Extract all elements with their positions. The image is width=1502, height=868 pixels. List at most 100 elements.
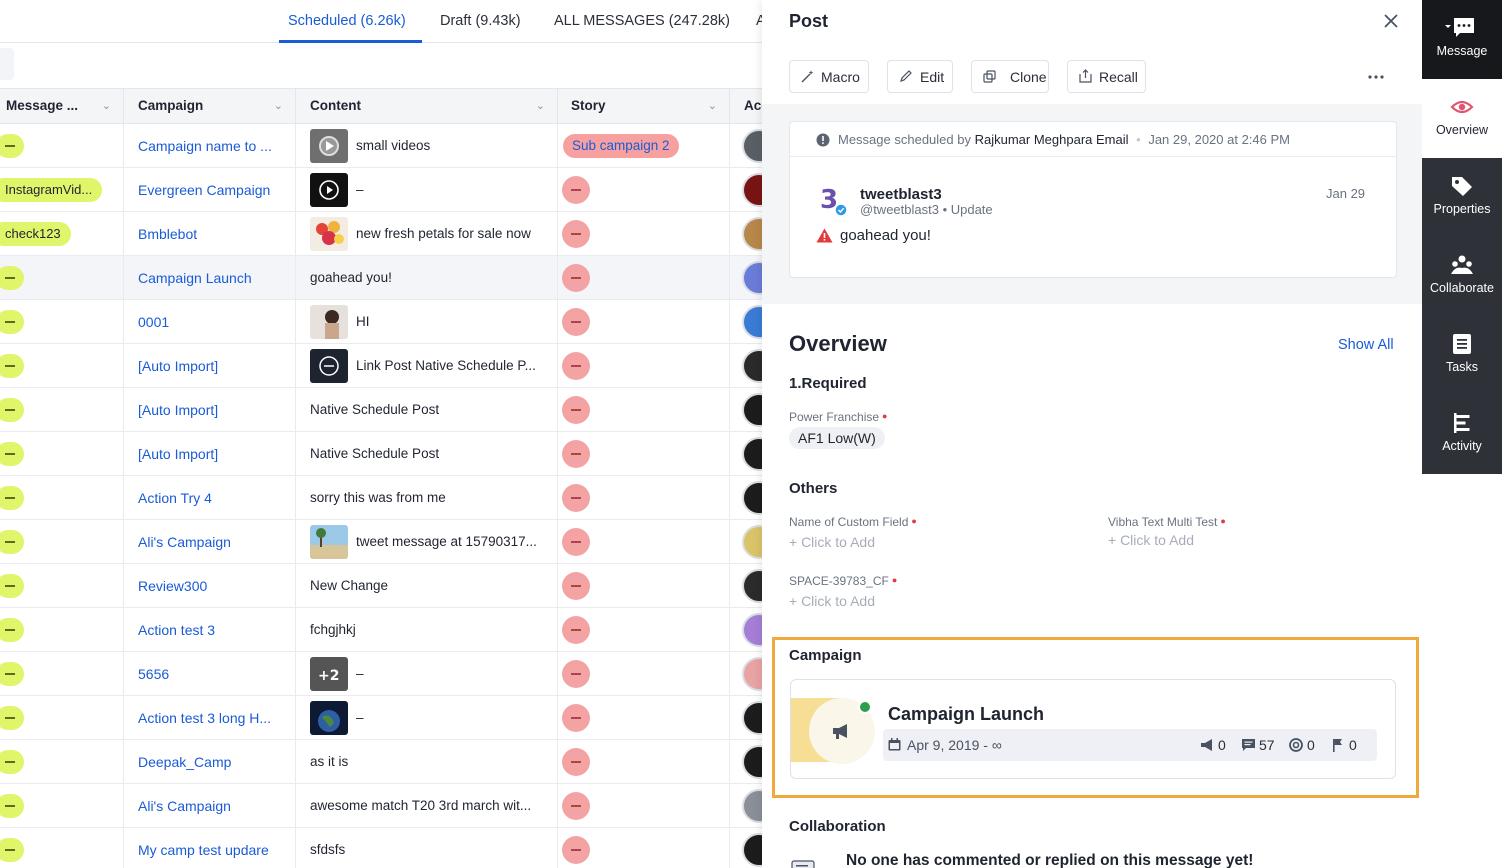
column-header-content[interactable]: Content ⌄ <box>296 89 558 124</box>
campaign-link[interactable]: [Auto Import] <box>138 344 218 387</box>
campaign-link[interactable]: Campaign Launch <box>138 256 252 299</box>
sidebar-item-activity[interactable]: Activity <box>1422 395 1502 474</box>
column-header-story[interactable]: Story ⌄ <box>558 89 730 124</box>
content-thumbnail[interactable] <box>310 349 348 383</box>
story-empty[interactable] <box>562 396 590 424</box>
campaign-link[interactable]: Action test 3 <box>138 608 215 651</box>
campaign-card[interactable]: Campaign Launch Apr 9, 2019 - ∞ 0 57 0 0 <box>790 679 1396 779</box>
show-all-link[interactable]: Show All <box>1338 337 1394 353</box>
story-empty[interactable] <box>562 792 590 820</box>
campaign-link[interactable]: Evergreen Campaign <box>138 168 270 211</box>
message-type-empty[interactable] <box>0 310 24 334</box>
avatar[interactable]: 3 <box>818 184 848 220</box>
story-pill[interactable]: Sub campaign 2 <box>563 134 679 158</box>
table-row[interactable]: Campaign Launch goahead you! <box>0 256 762 300</box>
avatar[interactable] <box>742 745 762 779</box>
story-empty[interactable] <box>562 616 590 644</box>
story-empty[interactable] <box>562 440 590 468</box>
vibha-field-add[interactable]: + Click to Add <box>1108 532 1194 548</box>
avatar[interactable] <box>742 525 762 559</box>
content-thumbnail[interactable] <box>310 129 348 163</box>
message-type-pill[interactable]: InstagramVid... <box>0 178 103 202</box>
story-empty[interactable] <box>562 220 590 248</box>
table-row[interactable]: [Auto Import] Link Post Native Schedule P… <box>0 344 762 388</box>
content-thumbnail[interactable] <box>310 217 348 251</box>
message-type-empty[interactable] <box>0 794 24 818</box>
avatar[interactable] <box>742 261 762 295</box>
space-field-add[interactable]: + Click to Add <box>789 593 875 609</box>
table-row[interactable]: Review300 New Change <box>0 564 762 608</box>
table-row[interactable]: Action test 3 long H... – <box>0 696 762 740</box>
story-empty[interactable] <box>562 660 590 688</box>
story-empty[interactable] <box>562 748 590 776</box>
avatar[interactable] <box>742 569 762 603</box>
avatar[interactable] <box>742 437 762 471</box>
table-row[interactable]: 5656 +2 – <box>0 652 762 696</box>
clone-button[interactable]: Clone <box>971 60 1049 93</box>
campaign-link[interactable]: Bmblebot <box>138 212 197 255</box>
table-row[interactable]: Ali's Campaign tweet message at 15790317.… <box>0 520 762 564</box>
table-row[interactable]: [Auto Import] Native Schedule Post <box>0 388 762 432</box>
avatar[interactable] <box>742 305 762 339</box>
message-type-empty[interactable] <box>0 618 24 642</box>
message-type-empty[interactable] <box>0 662 24 686</box>
campaign-link[interactable]: Review300 <box>138 564 207 607</box>
content-thumbnail[interactable] <box>310 701 348 735</box>
sidebar-item-overview[interactable]: Overview <box>1422 79 1502 158</box>
message-type-empty[interactable] <box>0 530 24 554</box>
campaign-link[interactable]: Ali's Campaign <box>138 520 231 563</box>
campaign-link[interactable]: [Auto Import] <box>138 388 218 431</box>
avatar[interactable] <box>742 173 762 207</box>
avatar[interactable] <box>742 701 762 735</box>
story-empty[interactable] <box>562 176 590 204</box>
content-thumbnail[interactable] <box>310 305 348 339</box>
tab-draft[interactable]: Draft (9.43k) <box>440 0 521 43</box>
table-row[interactable]: InstagramVid... Evergreen Campaign – <box>0 168 762 212</box>
message-type-empty[interactable] <box>0 442 24 466</box>
story-empty[interactable] <box>562 704 590 732</box>
avatar[interactable] <box>742 129 762 163</box>
message-type-empty[interactable] <box>0 134 24 158</box>
story-empty[interactable] <box>562 352 590 380</box>
avatar[interactable] <box>742 833 762 867</box>
column-header-message[interactable]: Message ... ⌄ <box>0 89 124 124</box>
avatar[interactable] <box>742 789 762 823</box>
avatar[interactable] <box>742 613 762 647</box>
story-empty[interactable] <box>562 572 590 600</box>
schedule-author[interactable]: Rajkumar Meghpara Email <box>975 132 1129 147</box>
campaign-link[interactable]: Deepak_Camp <box>138 740 231 783</box>
message-type-empty[interactable] <box>0 574 24 598</box>
toolbar-control[interactable] <box>0 48 14 80</box>
story-empty[interactable] <box>562 528 590 556</box>
table-row[interactable]: Action test 3 fchgjhkj <box>0 608 762 652</box>
campaign-link[interactable]: 5656 <box>138 652 169 695</box>
campaign-link[interactable]: Campaign name to ... <box>138 124 272 167</box>
campaign-link[interactable]: 0001 <box>138 300 169 343</box>
table-row[interactable]: My camp test updare sfdsfs <box>0 828 762 868</box>
sidebar-item-message[interactable]: Message <box>1422 0 1502 79</box>
message-type-empty[interactable] <box>0 354 24 378</box>
table-row[interactable]: Ali's Campaign awesome match T20 3rd marc… <box>0 784 762 828</box>
chevron-down-icon[interactable]: ⌄ <box>102 89 111 123</box>
story-empty[interactable] <box>562 308 590 336</box>
sidebar-item-tasks[interactable]: Tasks <box>1422 316 1502 395</box>
close-icon[interactable] <box>1378 8 1404 34</box>
chevron-down-icon[interactable]: ⌄ <box>536 89 545 123</box>
table-row[interactable]: 0001 HI <box>0 300 762 344</box>
sidebar-item-collaborate[interactable]: Collaborate <box>1422 237 1502 316</box>
avatar[interactable] <box>742 217 762 251</box>
message-type-empty[interactable] <box>0 838 24 862</box>
content-thumbnail[interactable]: +2 <box>310 657 348 691</box>
chevron-down-icon[interactable]: ⌄ <box>274 89 283 123</box>
message-type-empty[interactable] <box>0 486 24 510</box>
avatar[interactable] <box>742 393 762 427</box>
campaign-link[interactable]: My camp test updare <box>138 828 269 868</box>
story-empty[interactable] <box>562 264 590 292</box>
campaign-link[interactable]: Action test 3 long H... <box>138 696 271 739</box>
campaign-link[interactable]: [Auto Import] <box>138 432 218 475</box>
sidebar-item-properties[interactable]: Properties <box>1422 158 1502 237</box>
recall-button[interactable]: Recall <box>1067 60 1146 93</box>
tab-all-messages[interactable]: ALL MESSAGES (247.28k) <box>554 0 730 43</box>
more-options-icon[interactable] <box>1362 66 1390 88</box>
story-empty[interactable] <box>562 484 590 512</box>
